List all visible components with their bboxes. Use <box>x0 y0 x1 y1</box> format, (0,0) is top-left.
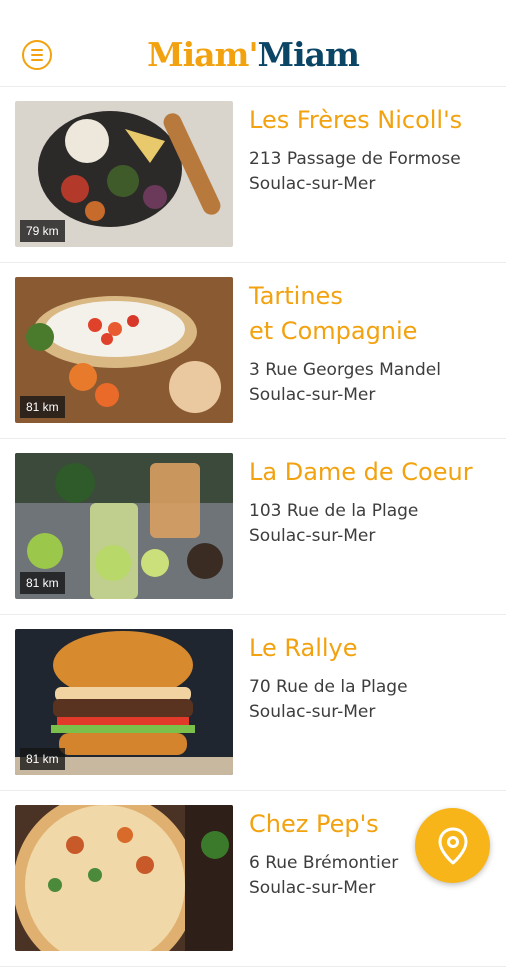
distance-badge: 81 km <box>20 572 65 594</box>
distance-badge: 81 km <box>20 748 65 770</box>
restaurant-name: Tartines et Compagnie <box>249 282 418 345</box>
restaurant-photo: 81 km <box>15 629 233 775</box>
logo-part-2: Miam <box>257 35 360 74</box>
restaurant-name: Le Rallye <box>249 634 358 662</box>
restaurant-card[interactable]: 81 km Tartines et Compagnie 3 Rue George… <box>0 263 506 439</box>
restaurant-photo <box>15 805 233 951</box>
restaurant-card[interactable]: 81 km Le Rallye 70 Rue de la Plage Soula… <box>0 615 506 791</box>
restaurant-name: La Dame de Coeur <box>249 458 473 486</box>
app-logo: Miam'Miam <box>0 35 506 74</box>
restaurant-photo: 79 km <box>15 101 233 247</box>
restaurant-card[interactable]: 79 km Les Frères Nicoll's 213 Passage de… <box>0 87 506 263</box>
restaurant-address: 103 Rue de la Plage Soulac-sur-Mer <box>249 501 419 546</box>
map-button[interactable] <box>415 808 490 883</box>
restaurant-address: 213 Passage de Formose Soulac-sur-Mer <box>249 149 461 194</box>
restaurant-photo: 81 km <box>15 453 233 599</box>
distance-badge: 79 km <box>20 220 65 242</box>
restaurant-address: 70 Rue de la Plage Soulac-sur-Mer <box>249 677 408 722</box>
app-header: Miam'Miam <box>0 0 506 87</box>
restaurant-name: Les Frères Nicoll's <box>249 106 463 134</box>
restaurant-card[interactable]: 81 km La Dame de Coeur 103 Rue de la Pla… <box>0 439 506 615</box>
map-pin-icon <box>438 827 467 864</box>
distance-badge: 81 km <box>20 396 65 418</box>
restaurant-address: 3 Rue Georges Mandel Soulac-sur-Mer <box>249 360 441 405</box>
restaurant-photo: 81 km <box>15 277 233 423</box>
logo-part-1: Miam' <box>147 35 258 74</box>
